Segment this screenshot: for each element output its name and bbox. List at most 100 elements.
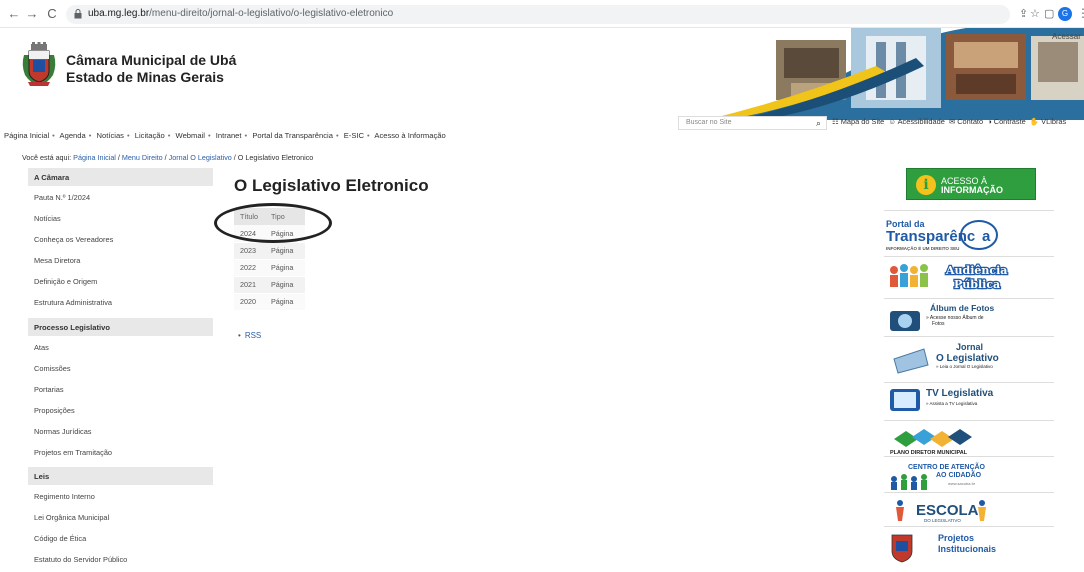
sidebar-item-mesa-diretora[interactable]: Mesa Diretora [28,249,213,270]
contrast-link[interactable]: Contraste [994,117,1026,126]
browser-menu-icon[interactable]: ⋮ [1077,6,1084,20]
escola-line2: DO LEGISLATIVO [924,518,961,523]
sidebar-heading-camara[interactable]: A Câmara [28,168,213,186]
sidebar-item-vereadores[interactable]: Conheça os Vereadores [28,228,213,249]
breadcrumb-prefix: Você está aqui: [22,153,72,162]
centro-atencao-banner[interactable]: CENTRO DE ATENÇÃO AO CIDADÃO www.sacuba.… [884,456,1054,492]
rss-link[interactable]: RSS [245,331,261,340]
sidebar-item-estrutura[interactable]: Estrutura Administrativa [28,291,213,312]
tv-legislativa-banner[interactable]: TV Legislativa » Assista a TV Legislativ… [884,382,1054,420]
url-host: uba.mg.leg.br [88,8,150,19]
sidebar-heading-processo[interactable]: Processo Legislativo [28,318,213,336]
sidebar-item-noticias[interactable]: Notícias [28,207,213,228]
portal-line2: Transparênc [886,228,975,245]
sidebar-item-projetos-tramitacao[interactable]: Projetos em Tramitação [28,441,213,462]
cell-titulo-link[interactable]: 2022 [234,259,265,277]
sidebar-item-definicao[interactable]: Definição e Origem [28,270,213,291]
vlibras-icon: ✋ [1029,117,1040,126]
lock-icon [74,9,82,19]
nav-separator: • [207,131,211,140]
browser-toolbar: ← → C uba.mg.leg.br/menu-direito/jornal-… [0,0,1084,28]
transparencia-graphic: Portal da Transparênc a INFORMAÇÃO É UM … [886,219,998,251]
sitemap-link[interactable]: Mapa do Site [841,117,885,126]
sidepanel-icon[interactable]: ▢ [1044,7,1054,21]
site-title[interactable]: Câmara Municipal de Ubá [66,52,236,68]
audiencia-publica-banner[interactable]: Audiência Pública [884,256,1054,298]
info-icon: i [916,175,936,195]
plano-diretor-banner[interactable]: PLANO DIRETOR MUNICIPAL [884,420,1054,456]
search-input[interactable]: Buscar no Site ⌕ [678,116,827,130]
sidebar-item-pauta[interactable]: Pauta N.º 1/2024 [28,186,213,207]
tv-graphic: TV Legislativa » Assista a TV Legislativ… [890,388,994,411]
nav-item-intranet[interactable]: Intranet [216,131,242,140]
coat-of-arms-logo[interactable] [20,41,58,87]
sidebar-item-proposicoes[interactable]: Proposições [28,399,213,420]
sidebar-item-comissoes[interactable]: Comissões [28,357,213,378]
address-bar[interactable]: uba.mg.leg.br/menu-direito/jornal-o-legi… [66,5,1010,24]
tv-title: TV Legislativa [926,388,994,399]
nav-item-home[interactable]: Página Inicial [4,131,49,140]
sidebar-item-regimento[interactable]: Regimento Interno [28,485,213,506]
nav-item-transparencia[interactable]: Portal da Transparência [252,131,333,140]
share-icon[interactable]: ⇪ [1019,7,1028,21]
breadcrumb-jornal[interactable]: Jornal O Legislativo [169,153,232,162]
sidebar-heading-leis[interactable]: Leis [28,467,213,485]
breadcrumb-menu-direito[interactable]: Menu Direito [122,153,163,162]
centro-line1: CENTRO DE ATENÇÃO [908,462,986,471]
cell-titulo-link[interactable]: 2020 [234,293,265,311]
rss-link-wrapper: • RSS [238,331,261,340]
album-fotos-banner[interactable]: Álbum de Fotos » Acesse nosso Álbum de F… [884,298,1054,336]
cell-titulo-link[interactable]: 2023 [234,242,265,260]
sidebar-item-normas[interactable]: Normas Jurídicas [28,420,213,441]
escola-graphic: ESCOLA DO LEGISLATIVO [896,500,986,523]
contact-link[interactable]: Contato [957,117,983,126]
escola-legislativo-banner[interactable]: ESCOLA DO LEGISLATIVO [884,492,1054,526]
sidebar-item-codigo-etica[interactable]: Código de Ética [28,527,213,548]
table-row: 2020 Página [234,293,305,311]
reload-button[interactable]: C [44,6,60,22]
breadcrumb-separator: / [117,153,120,162]
table-row: 2022 Página [234,259,305,277]
sidebar-item-portarias[interactable]: Portarias [28,378,213,399]
projetos-institucionais-banner[interactable]: Projetos Institucionais [884,526,1054,564]
cell-tipo: Página [265,276,305,294]
left-sidebar: A Câmara Pauta N.º 1/2024 Notícias Conhe… [28,168,213,569]
site-header: Câmara Municipal de Ubá Estado de Minas … [0,28,1084,120]
back-button[interactable]: ← [6,6,22,22]
breadcrumb-separator: / [164,153,167,162]
jornal-sub: » Leia o Jornal O Legislativo [936,364,993,369]
page-title: O Legislativo Eletronico [234,176,429,195]
sidebar-item-lei-organica[interactable]: Lei Orgânica Municipal [28,506,213,527]
breadcrumb-current: O Legislativo Eletronico [237,153,314,162]
nav-item-agenda[interactable]: Agenda [60,131,86,140]
nav-separator: • [167,131,171,140]
vlibras-link[interactable]: VLibras [1041,117,1066,126]
breadcrumb-home[interactable]: Página Inicial [73,153,116,162]
profile-avatar[interactable]: G [1058,7,1072,21]
breadcrumb: Você está aqui: Página Inicial / Menu Di… [22,153,313,162]
mail-icon: ✉ [948,117,956,126]
nav-item-licitacao[interactable]: Licitação [135,131,165,140]
cell-titulo-link[interactable]: 2021 [234,276,265,294]
jornal-legislativo-banner[interactable]: Jornal O Legislativo » Leia o Jornal O L… [884,336,1054,382]
sidebar-item-estatuto[interactable]: Estatuto do Servidor Público [28,548,213,569]
nav-separator: • [126,131,130,140]
nav-item-noticias[interactable]: Notícias [97,131,124,140]
forward-button[interactable]: → [24,6,40,22]
bookmark-star-icon[interactable]: ☆ [1030,7,1040,21]
sidebar-item-atas[interactable]: Atas [28,336,213,357]
album-sub2: Fotos [932,321,945,327]
url-path: /menu-direito/jornal-o-legislativo/o-leg… [149,8,394,19]
portal-transparencia-banner[interactable]: Portal da Transparênc a INFORMAÇÃO É UM … [884,210,1054,256]
nav-item-webmail[interactable]: Webmail [176,131,205,140]
nav-item-acesso-informacao[interactable]: Acesso à Informação [374,131,445,140]
album-title: Álbum de Fotos [930,303,994,313]
table-row: 2023 Página [234,242,305,260]
acesso-informacao-banner[interactable]: i ACESSO À INFORMAÇÃO [906,168,1036,200]
search-icon[interactable]: ⌕ [816,118,821,129]
top-navigation: Página Inicial • Agenda • Notícias • Licita… [4,131,446,140]
login-link[interactable]: Acessar [1052,32,1081,41]
accessibility-link[interactable]: Acessibilidade [898,117,945,126]
newspaper-icon [893,348,929,374]
nav-item-esic[interactable]: E-SIC [344,131,364,140]
